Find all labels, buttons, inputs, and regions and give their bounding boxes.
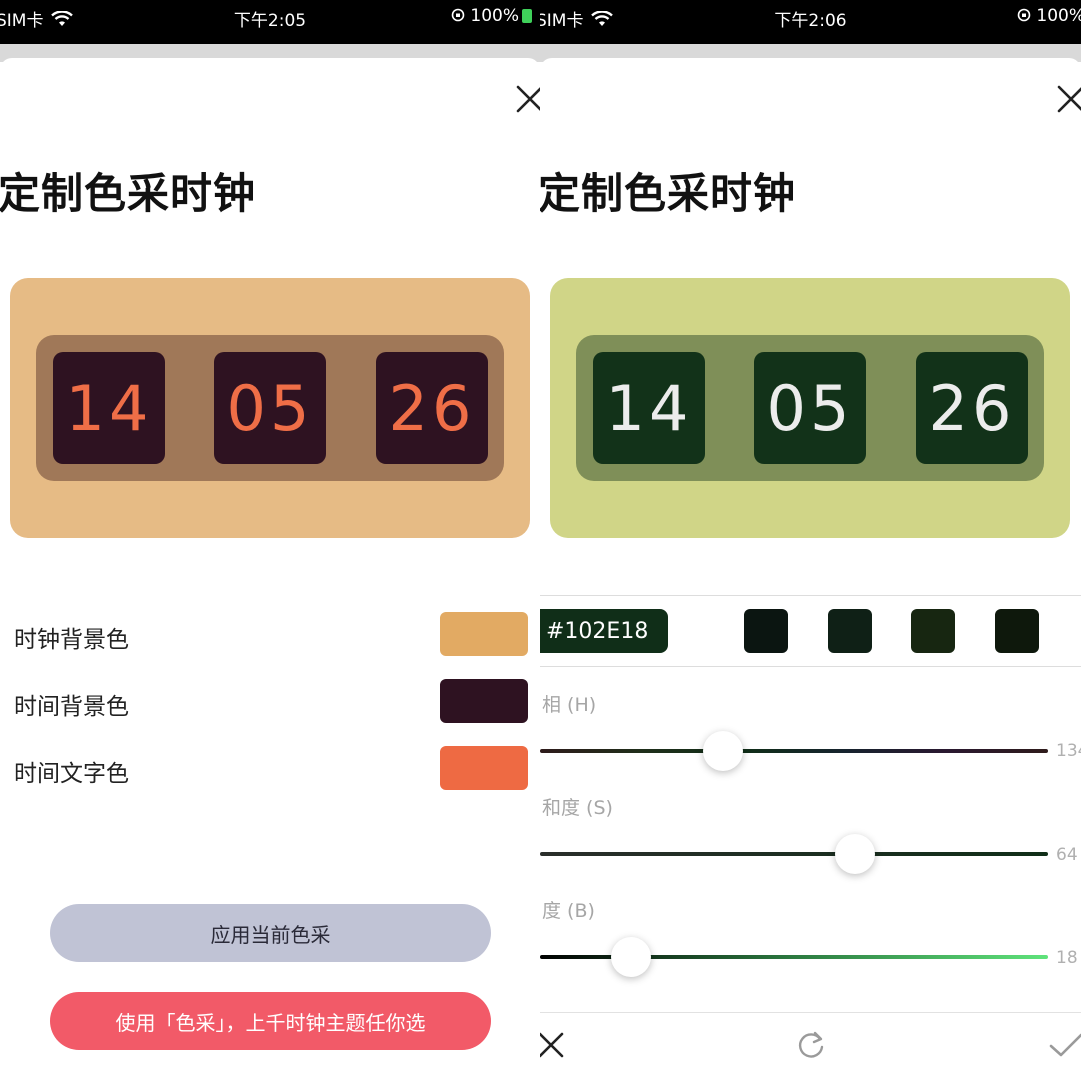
shade-swatch[interactable] bbox=[995, 609, 1039, 653]
reset-icon[interactable] bbox=[794, 1028, 828, 1062]
saturation-value: 64 bbox=[1056, 845, 1078, 865]
cancel-icon[interactable] bbox=[540, 1030, 566, 1060]
brightness-value: 18 bbox=[1056, 948, 1078, 968]
shade-swatch[interactable] bbox=[911, 609, 955, 653]
status-right: 100% bbox=[451, 6, 532, 26]
shade-swatch[interactable] bbox=[828, 609, 872, 653]
left-panel: SIM卡 下午2:05 100% 定制色采时钟 14 05 26 时钟背景色 时… bbox=[0, 0, 540, 1080]
battery-percent: 100% bbox=[470, 6, 519, 26]
clock-preview: 14 05 26 bbox=[10, 278, 530, 538]
status-time: 下午2:06 bbox=[774, 11, 847, 31]
clock-preview: 14 05 26 bbox=[550, 278, 1070, 538]
setting-clock-bg[interactable]: 时钟背景色 bbox=[14, 612, 528, 656]
time-bg-color-swatch[interactable] bbox=[440, 679, 528, 723]
divider bbox=[540, 666, 1081, 667]
brightness-label: 度 (B) bbox=[542, 900, 595, 922]
divider bbox=[540, 595, 1081, 596]
setting-time-text[interactable]: 时间文字色 bbox=[14, 746, 528, 790]
hue-label: 相 (H) bbox=[542, 694, 597, 716]
time-text-color-swatch[interactable] bbox=[440, 746, 528, 790]
orientation-lock-icon bbox=[1017, 8, 1031, 22]
clock-minutes: 05 bbox=[754, 352, 866, 464]
clock-hours: 14 bbox=[593, 352, 705, 464]
page-title: 定制色采时钟 bbox=[0, 169, 257, 218]
page-title: 定制色采时钟 bbox=[540, 169, 797, 218]
battery-icon bbox=[522, 9, 532, 23]
close-icon[interactable] bbox=[1056, 84, 1081, 114]
hue-slider-knob[interactable] bbox=[702, 731, 743, 771]
hex-color-input[interactable]: #102E18 bbox=[540, 609, 668, 653]
close-icon[interactable] bbox=[515, 84, 540, 114]
clock-minutes: 05 bbox=[214, 352, 326, 464]
setting-label: 时间背景色 bbox=[14, 694, 129, 720]
orientation-lock-icon bbox=[451, 8, 465, 22]
right-panel: SIM卡 下午2:06 100% 定制色采时钟 14 05 26 #102E18… bbox=[540, 0, 1081, 1080]
hue-value: 134 bbox=[1056, 741, 1081, 761]
promo-button[interactable]: 使用「色采」，上千时钟主题任你选 bbox=[50, 992, 491, 1050]
clock-tray: 14 05 26 bbox=[576, 335, 1044, 481]
saturation-slider-knob[interactable] bbox=[834, 834, 875, 874]
setting-time-bg[interactable]: 时间背景色 bbox=[14, 679, 528, 723]
setting-label: 时间文字色 bbox=[14, 761, 129, 787]
footer-divider bbox=[540, 1012, 1081, 1013]
status-bar: SIM卡 下午2:05 100% bbox=[0, 0, 540, 44]
clock-seconds: 26 bbox=[376, 352, 488, 464]
apply-color-button[interactable]: 应用当前色采 bbox=[50, 904, 491, 962]
status-bar: SIM卡 下午2:06 100% bbox=[540, 0, 1081, 44]
shade-swatch[interactable] bbox=[744, 609, 788, 653]
clock-hours: 14 bbox=[53, 352, 165, 464]
saturation-label: 和度 (S) bbox=[542, 797, 613, 819]
battery-percent: 100% bbox=[1036, 6, 1081, 26]
clock-bg-color-swatch[interactable] bbox=[440, 612, 528, 656]
saturation-slider-track[interactable] bbox=[540, 852, 1048, 856]
status-right: 100% bbox=[1017, 6, 1081, 26]
confirm-check-icon[interactable] bbox=[1048, 1028, 1081, 1062]
clock-tray: 14 05 26 bbox=[36, 335, 504, 481]
clock-seconds: 26 bbox=[916, 352, 1028, 464]
hue-slider-track[interactable] bbox=[540, 749, 1048, 753]
setting-label: 时钟背景色 bbox=[14, 627, 129, 653]
